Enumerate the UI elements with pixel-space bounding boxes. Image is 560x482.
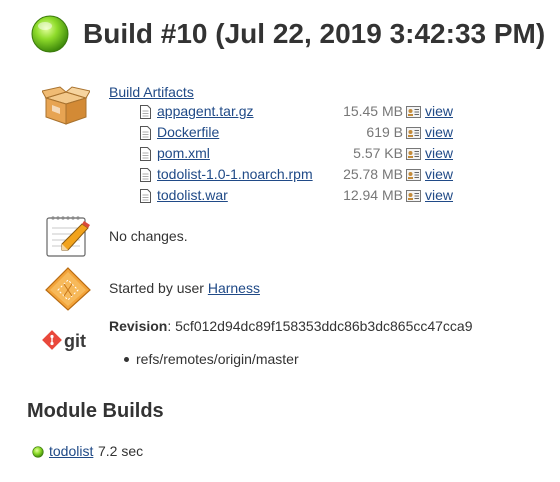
module-status-ball-icon xyxy=(32,446,44,458)
artifact-row: todolist.war 12.94 MB view xyxy=(140,186,460,206)
fingerprint-icon[interactable] xyxy=(406,169,421,181)
user-cause-icon xyxy=(45,267,91,311)
notepad-icon xyxy=(46,216,90,257)
fingerprint-icon[interactable] xyxy=(406,190,421,202)
artifact-file-link[interactable]: todolist.war xyxy=(157,187,228,203)
page-title: Build #10 (Jul 22, 2019 3:42:33 PM) xyxy=(83,18,546,49)
package-box-icon xyxy=(42,86,90,125)
artifact-file-link[interactable]: todolist-1.0-1.noarch.rpm xyxy=(157,166,313,182)
artifact-view-link[interactable]: view xyxy=(425,103,453,119)
artifact-file-link[interactable]: appagent.tar.gz xyxy=(157,103,254,119)
branch-bullet xyxy=(124,357,129,362)
revision-label: Revision xyxy=(109,318,168,334)
artifact-view-link[interactable]: view xyxy=(425,166,453,182)
build-artifacts-link[interactable]: Build Artifacts xyxy=(109,84,194,100)
svg-text:git: git xyxy=(64,331,86,351)
artifact-view-link[interactable]: view xyxy=(425,124,453,140)
artifact-size: 5.57 KB xyxy=(353,145,403,161)
artifact-row: pom.xml 5.57 KB view xyxy=(140,144,460,164)
cause-text: Started by user Harness xyxy=(109,280,260,296)
build-status-ball-icon xyxy=(31,15,69,53)
cause-user-link[interactable]: Harness xyxy=(208,280,260,296)
git-logo-icon: git xyxy=(42,330,86,351)
artifact-size: 15.45 MB xyxy=(343,103,403,119)
revision-line: Revision: 5cf012d94dc89f158353ddc86b3dc8… xyxy=(109,318,473,334)
file-icon xyxy=(140,168,151,182)
artifact-view-link[interactable]: view xyxy=(425,145,453,161)
module-duration: 7.2 sec xyxy=(98,443,144,459)
file-icon xyxy=(140,189,151,203)
artifact-row: todolist-1.0-1.noarch.rpm 25.78 MB view xyxy=(140,165,460,185)
changes-text: No changes. xyxy=(109,228,188,244)
artifact-size: 12.94 MB xyxy=(343,187,403,203)
file-icon xyxy=(140,147,151,161)
artifact-size: 25.78 MB xyxy=(343,166,403,182)
file-icon xyxy=(140,126,151,140)
artifact-size: 619 B xyxy=(366,124,403,140)
artifact-row: appagent.tar.gz 15.45 MB view xyxy=(140,102,460,122)
fingerprint-icon[interactable] xyxy=(406,148,421,160)
artifact-file-link[interactable]: Dockerfile xyxy=(157,124,219,140)
branch-ref: refs/remotes/origin/master xyxy=(136,351,299,367)
cause-prefix: Started by user xyxy=(109,280,208,296)
module-builds-heading: Module Builds xyxy=(27,400,164,422)
artifact-row: Dockerfile 619 B view xyxy=(140,123,460,143)
revision-hash: : 5cf012d94dc89f158353ddc86b3dc865cc47cc… xyxy=(167,318,473,334)
artifact-file-link[interactable]: pom.xml xyxy=(157,145,210,161)
module-link-todolist[interactable]: todolist xyxy=(49,443,93,459)
artifact-view-link[interactable]: view xyxy=(425,187,453,203)
fingerprint-icon[interactable] xyxy=(406,127,421,139)
file-icon xyxy=(140,105,151,119)
fingerprint-icon[interactable] xyxy=(406,106,421,118)
